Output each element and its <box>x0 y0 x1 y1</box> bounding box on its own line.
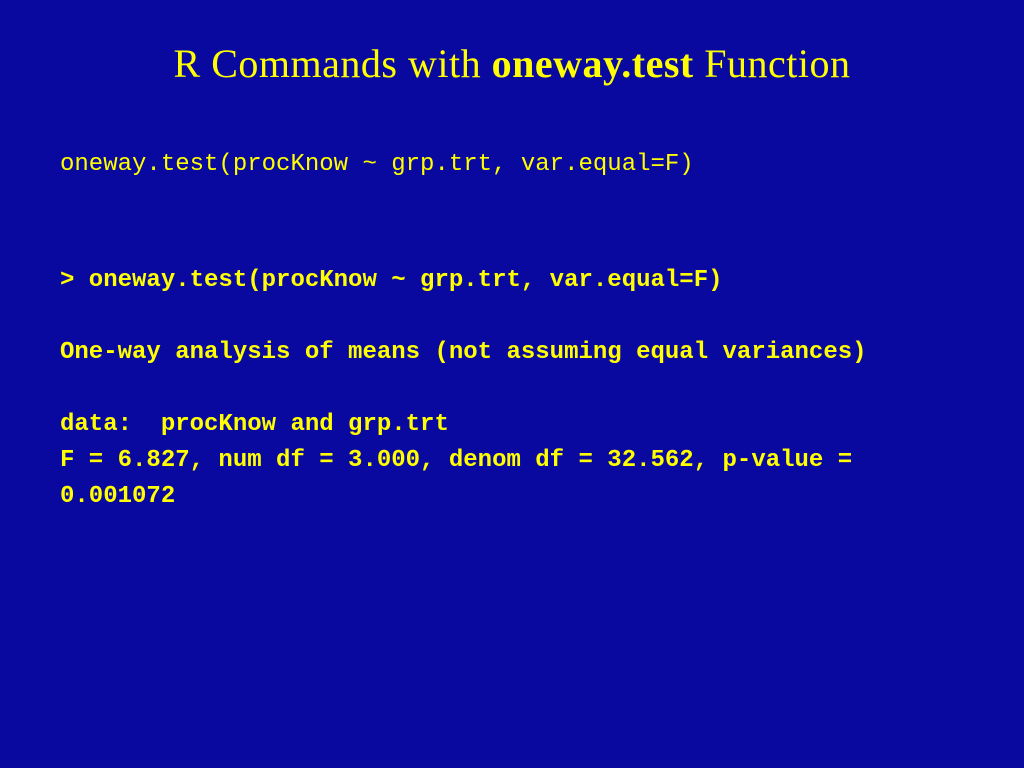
title-prefix: R Commands with <box>174 41 492 86</box>
title-bold: oneway.test <box>492 41 694 86</box>
r-output: > oneway.test(procKnow ~ grp.trt, var.eq… <box>60 263 964 515</box>
r-command: oneway.test(procKnow ~ grp.trt, var.equa… <box>60 147 964 183</box>
title-suffix: Function <box>694 41 851 86</box>
slide: R Commands with oneway.test Function one… <box>0 0 1024 768</box>
slide-title: R Commands with oneway.test Function <box>60 40 964 87</box>
